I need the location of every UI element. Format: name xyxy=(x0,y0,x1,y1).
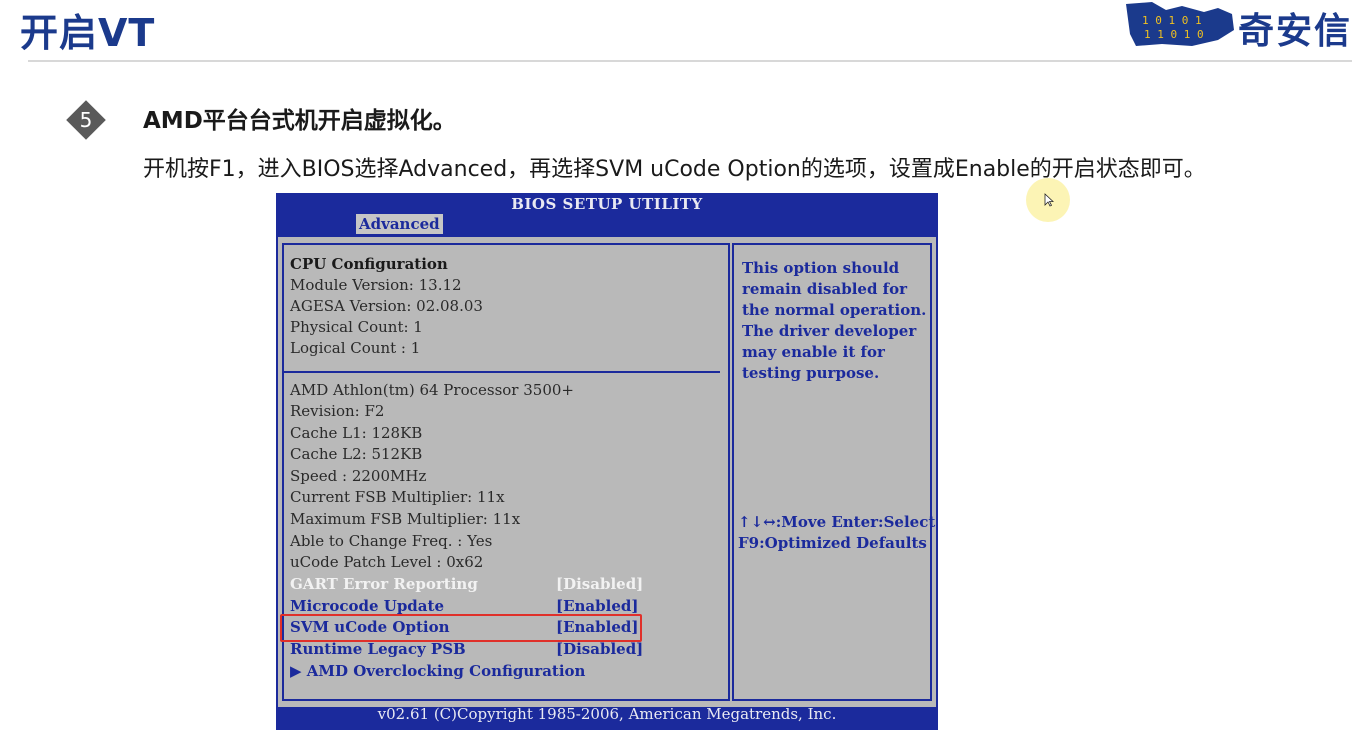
bios-cpu-line: AMD Athlon(tm) 64 Processor 3500+ xyxy=(290,381,574,399)
bios-cpu-line: Revision: F2 xyxy=(290,402,385,420)
bios-info-line: Logical Count : 1 xyxy=(290,339,421,357)
bios-cpu-line: uCode Patch Level : 0x62 xyxy=(290,553,484,571)
bios-tab-advanced: Advanced xyxy=(356,214,443,234)
svg-text:1 1 0 1 0: 1 1 0 1 0 xyxy=(1144,28,1204,41)
submenu-amd-overclocking[interactable]: ▶ AMD Overclocking Configuration xyxy=(290,662,585,680)
help-line: the normal operation. xyxy=(742,301,927,319)
option-value[interactable]: [Disabled] xyxy=(556,640,643,658)
key-hint-move: ↑↓↔:Move Enter:Select xyxy=(738,513,936,531)
svg-text:1 0 1 0 1: 1 0 1 0 1 xyxy=(1142,14,1202,27)
logo-mark-icon: 1 0 1 0 1 1 1 0 1 0 xyxy=(1126,2,1234,46)
help-line: testing purpose. xyxy=(742,364,880,382)
header-divider xyxy=(28,60,1352,62)
option-value[interactable]: [Enabled] xyxy=(556,597,638,615)
help-line: may enable it for xyxy=(742,343,885,361)
bios-cpu-line: Current FSB Multiplier: 11x xyxy=(290,488,505,506)
bios-cpu-line: Cache L1: 128KB xyxy=(290,424,423,442)
bios-cpu-line: Cache L2: 512KB xyxy=(290,445,423,463)
bios-cpu-line: Maximum FSB Multiplier: 11x xyxy=(290,510,521,528)
option-gart-error-reporting[interactable]: GART Error Reporting xyxy=(290,575,478,593)
bios-info-line: Module Version: 13.12 xyxy=(290,276,462,294)
bios-help-panel: This option should remain disabled for t… xyxy=(732,243,936,701)
highlight-box xyxy=(280,614,642,642)
slide-title: 开启VT xyxy=(20,11,156,55)
bios-body: CPU Configuration Module Version: 13.12 … xyxy=(278,237,936,707)
option-microcode-update[interactable]: Microcode Update xyxy=(290,597,444,615)
step-number-badge: 5 xyxy=(66,100,106,140)
mouse-cursor-icon xyxy=(1044,193,1054,207)
bios-info-line: Physical Count: 1 xyxy=(290,318,423,336)
option-value[interactable]: [Disabled] xyxy=(556,575,643,593)
bios-title: BIOS SETUP UTILITY xyxy=(511,195,703,213)
bios-cpu-line: Able to Change Freq. : Yes xyxy=(290,532,493,550)
help-line: remain disabled for xyxy=(742,280,908,298)
help-line: The driver developer xyxy=(742,322,917,340)
bios-screenshot: BIOS SETUP UTILITY Advanced CPU Configur… xyxy=(276,193,938,730)
key-hint-defaults: F9:Optimized Defaults xyxy=(738,534,927,552)
bios-info-line: AGESA Version: 02.08.03 xyxy=(290,297,483,315)
bios-section-divider xyxy=(284,371,720,373)
bios-settings-panel: CPU Configuration Module Version: 13.12 … xyxy=(280,243,730,701)
bios-info-line: CPU Configuration xyxy=(290,255,448,273)
company-logo: 1 0 1 0 1 1 1 0 1 0 奇安信 xyxy=(1112,0,1352,52)
option-runtime-legacy-psb[interactable]: Runtime Legacy PSB xyxy=(290,640,466,658)
bios-cpu-line: Speed : 2200MHz xyxy=(290,467,427,485)
help-line: This option should xyxy=(742,259,900,277)
logo-text: 奇安信 xyxy=(1237,11,1352,52)
bios-copyright: v02.61 (C)Copyright 1985-2006, American … xyxy=(377,705,837,723)
step-heading: AMD平台台式机开启虚拟化。 xyxy=(143,108,456,134)
step-number: 5 xyxy=(79,108,93,132)
